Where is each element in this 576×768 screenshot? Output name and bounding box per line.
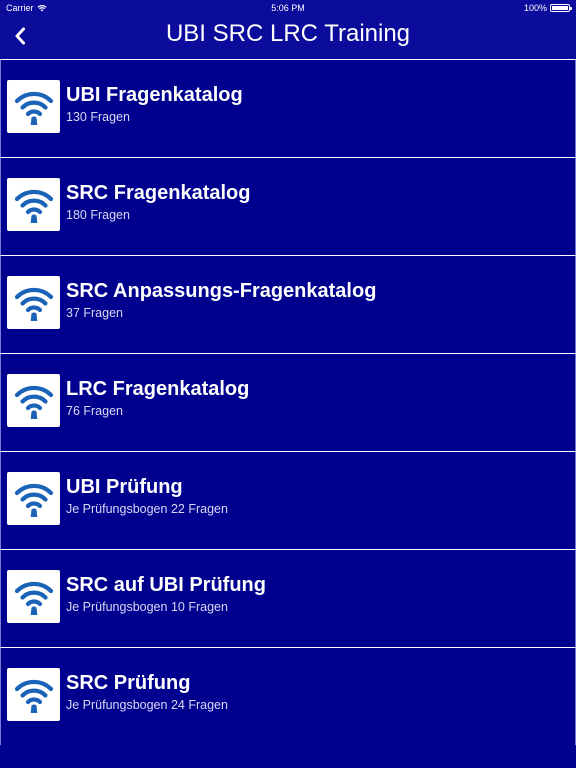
wifi-signal-icon xyxy=(7,472,60,525)
status-bar: Carrier 5:06 PM 100% xyxy=(0,0,576,16)
list-item[interactable]: SRC auf UBI Prüfung Je Prüfungsbogen 10 … xyxy=(0,549,576,647)
status-time: 5:06 PM xyxy=(271,3,305,13)
wifi-signal-icon xyxy=(7,80,60,133)
wifi-signal-icon xyxy=(7,374,60,427)
list-item[interactable]: SRC Fragenkatalog 180 Fragen xyxy=(0,157,576,255)
list-item-title: UBI Prüfung xyxy=(66,476,183,498)
wifi-signal-icon xyxy=(7,668,60,721)
list-item-title: UBI Fragenkatalog xyxy=(66,84,243,106)
list-item-title: LRC Fragenkatalog xyxy=(66,378,250,400)
list-item-subtitle: 76 Fragen xyxy=(66,404,123,418)
battery-indicator: 100% xyxy=(523,0,572,16)
list-item-subtitle: 180 Fragen xyxy=(66,208,130,222)
list-item-title: SRC Anpassungs-Fragenkatalog xyxy=(66,280,377,302)
list-item[interactable]: UBI Prüfung Je Prüfungsbogen 22 Fragen xyxy=(0,451,576,549)
list-item-subtitle: Je Prüfungsbogen 22 Fragen xyxy=(66,502,228,516)
list-item[interactable]: SRC Prüfung Je Prüfungsbogen 24 Fragen xyxy=(0,647,576,745)
wifi-signal-icon xyxy=(7,570,60,623)
list-item[interactable]: UBI Fragenkatalog 130 Fragen xyxy=(0,59,576,157)
list-item-title: SRC auf UBI Prüfung xyxy=(66,574,266,596)
list-item-subtitle: 130 Fragen xyxy=(66,110,130,124)
page-title: UBI SRC LRC Training xyxy=(165,20,411,47)
list-item[interactable]: LRC Fragenkatalog 76 Fragen xyxy=(0,353,576,451)
back-button[interactable] xyxy=(8,21,32,51)
list-item-title: SRC Fragenkatalog xyxy=(66,182,251,204)
list-item-subtitle: 37 Fragen xyxy=(66,306,123,320)
wifi-signal-icon xyxy=(7,178,60,231)
wifi-signal-icon xyxy=(7,276,60,329)
battery-percent: 100% xyxy=(523,3,547,13)
chevron-left-icon xyxy=(15,27,25,45)
list-item-title: SRC Prüfung xyxy=(66,672,191,694)
list-item[interactable]: SRC Anpassungs-Fragenkatalog 37 Fragen xyxy=(0,255,576,353)
battery-icon xyxy=(550,4,572,12)
catalog-list: UBI Fragenkatalog 130 Fragen SRC Fragenk… xyxy=(0,59,576,745)
list-item-subtitle: Je Prüfungsbogen 10 Fragen xyxy=(66,600,228,614)
navigation-bar: UBI SRC LRC Training xyxy=(0,16,576,59)
app-screen: Carrier 5:06 PM 100% UBI SRC LRC Trainin… xyxy=(0,0,576,768)
list-item-subtitle: Je Prüfungsbogen 24 Fragen xyxy=(66,698,228,712)
